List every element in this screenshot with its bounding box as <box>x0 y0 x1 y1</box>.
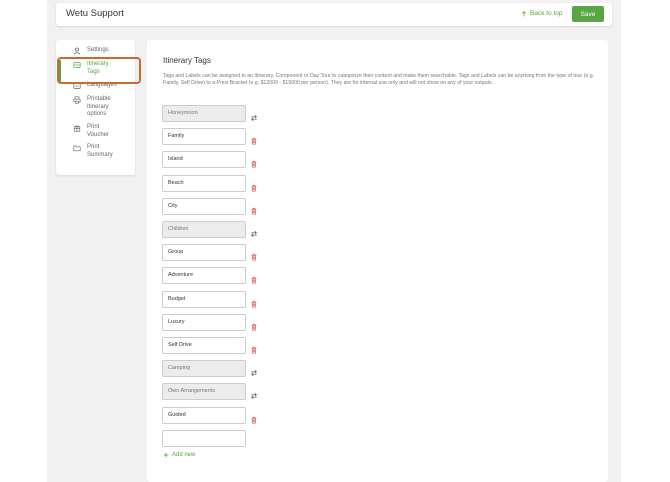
annotation-highlight-box <box>57 57 141 84</box>
tag-row: Self Drive <box>162 337 262 354</box>
tag-row: Camping <box>162 360 262 378</box>
page-description: Tags and Labels can be assigned to an It… <box>163 73 595 86</box>
sidebar-item-label: Printable Itinerary options <box>87 96 111 117</box>
tag-input[interactable]: Beach <box>162 174 246 192</box>
tag-input[interactable]: City <box>162 197 246 215</box>
tag-row: Guided <box>162 406 262 424</box>
user-icon <box>73 47 81 55</box>
tag-input[interactable]: Island <box>162 151 246 169</box>
swap-icon[interactable] <box>250 387 258 400</box>
tag-row: Island <box>162 151 262 169</box>
tag-row <box>162 429 262 447</box>
sidebar-item-label: Print Summary <box>87 144 113 158</box>
page-title: Itinerary Tags <box>163 56 211 65</box>
add-new-label: Add new <box>172 452 196 458</box>
tag-input[interactable]: Honeymoon <box>162 105 246 122</box>
trash-icon[interactable] <box>250 295 258 308</box>
swap-icon[interactable] <box>250 109 258 122</box>
sidebar-item-label: Print Voucher <box>87 124 110 138</box>
trash-icon[interactable] <box>250 411 258 424</box>
plus-icon <box>163 452 169 458</box>
gift-icon <box>73 125 81 132</box>
back-to-top-link[interactable]: Back to top <box>521 10 563 17</box>
sidebar-item-print-summary[interactable]: Print Summary <box>56 144 135 159</box>
top-bar: Wetu Support Back to top Save <box>56 3 612 26</box>
app-title: Wetu Support <box>66 8 124 19</box>
swap-icon[interactable] <box>250 225 258 238</box>
trash-icon[interactable] <box>250 202 258 215</box>
tag-input[interactable]: Self Drive <box>162 337 246 354</box>
tag-input[interactable]: Guided <box>162 406 246 424</box>
trash-icon[interactable] <box>250 132 258 145</box>
tag-row: Luxury <box>162 313 262 331</box>
tag-row: Group <box>162 244 262 262</box>
tag-input[interactable]: Adventure <box>162 267 246 285</box>
tag-row: Family <box>162 128 262 146</box>
tag-input[interactable]: Group <box>162 244 246 262</box>
tag-input[interactable]: Camping <box>162 360 246 378</box>
sidebar-item-printable-itinerary[interactable]: Printable Itinerary options <box>56 96 135 119</box>
printer-icon <box>73 96 81 104</box>
tag-row: City <box>162 197 262 215</box>
back-to-top-label: Back to top <box>530 10 563 17</box>
arrow-up-icon <box>521 10 527 16</box>
trash-icon[interactable] <box>250 318 258 331</box>
tag-row: Own Arrangements <box>162 383 262 401</box>
main-panel: Itinerary Tags Tags and Labels can be as… <box>147 40 608 482</box>
sidebar-item-label: Settings <box>87 47 109 53</box>
add-new-button[interactable]: Add new <box>163 452 195 458</box>
new-tag-input[interactable] <box>162 429 246 447</box>
tag-input[interactable]: Own Arrangements <box>162 383 246 401</box>
tag-input[interactable]: Family <box>162 128 246 146</box>
sidebar-item-print-voucher[interactable]: Print Voucher <box>56 124 135 139</box>
tag-row: Children <box>162 221 262 238</box>
tag-row: Budget <box>162 290 262 308</box>
trash-icon[interactable] <box>250 341 258 354</box>
tag-row: Honeymoon <box>162 105 262 122</box>
sidebar-item-settings[interactable]: Settings <box>56 47 135 55</box>
save-button[interactable]: Save <box>572 6 604 22</box>
tag-row: Adventure <box>162 267 262 285</box>
trash-icon[interactable] <box>250 271 258 284</box>
trash-icon[interactable] <box>250 248 258 261</box>
tag-row: Beach <box>162 174 262 192</box>
folder-icon <box>73 145 81 152</box>
trash-icon[interactable] <box>250 179 258 192</box>
trash-icon[interactable] <box>250 155 258 168</box>
tag-input[interactable]: Luxury <box>162 313 246 331</box>
tag-input[interactable]: Children <box>162 221 246 238</box>
tag-input[interactable]: Budget <box>162 290 246 308</box>
swap-icon[interactable] <box>250 364 258 377</box>
